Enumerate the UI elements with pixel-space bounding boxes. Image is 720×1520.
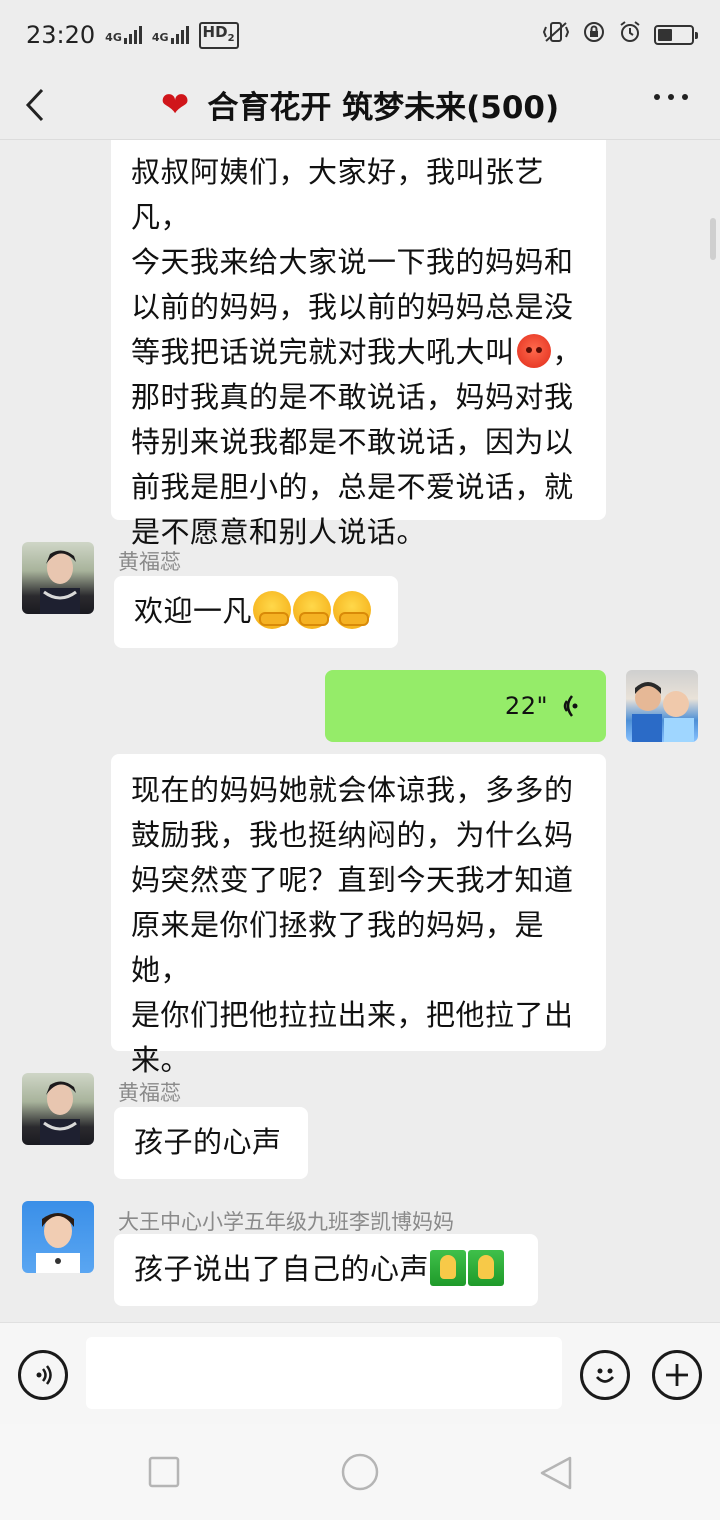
message-input[interactable]: [86, 1337, 562, 1409]
status-bar: 23:20 4G 4G HD2: [0, 0, 720, 70]
hd-indicator: HD2: [198, 21, 239, 49]
message-line: 那时我真的是不敢说话，妈妈对我: [131, 380, 574, 414]
sender-name: 大王中心小学五年级九班李凯博妈妈: [118, 1210, 454, 1234]
voice-wave-icon: [563, 695, 578, 717]
sender-name: 黄福蕊: [118, 1081, 181, 1105]
hd-sub-label: 2: [227, 32, 235, 44]
message-text: 孩子的心声: [134, 1125, 282, 1159]
sender-name: 黄福蕊: [118, 550, 181, 574]
voice-message-bubble[interactable]: 22": [325, 670, 606, 742]
more-functions-button[interactable]: [652, 1350, 702, 1400]
battery-icon: [654, 25, 698, 45]
emoji-button[interactable]: [580, 1350, 630, 1400]
avatar-children-photo: [632, 682, 694, 742]
signal-bars-icon: [123, 26, 142, 44]
angry-face-emoji-icon: [516, 334, 551, 368]
message-text: ，: [552, 335, 583, 369]
message-line: 前我是胆小的，总是不爱说话，就: [131, 470, 574, 504]
message-text: 孩子说出了自己的心声: [134, 1252, 430, 1286]
hugging-face-emoji-icon: [333, 591, 372, 629]
more-options-button[interactable]: [654, 94, 688, 100]
triangle-back-icon: [540, 1456, 572, 1490]
avatar[interactable]: [22, 542, 94, 614]
message-line: 特别来说我都是不敢说话，因为以: [131, 425, 574, 459]
recent-apps-button[interactable]: [148, 1456, 180, 1492]
signal-4g-2: 4G: [152, 26, 189, 44]
status-left: 23:20 4G 4G HD2: [26, 21, 239, 49]
thumbs-up-emoji-icon: [468, 1250, 505, 1286]
network-type-label: 4G: [105, 31, 122, 44]
smiley-icon: [595, 1368, 615, 1383]
dot-icon: [682, 94, 688, 100]
circle-icon: [341, 1453, 379, 1491]
message-line-with-emoji: 等我把话说完就对我大吼大叫 ，: [131, 330, 586, 375]
chat-input-bar: [0, 1322, 720, 1424]
back-button[interactable]: [24, 80, 64, 130]
chat-message-list[interactable]: 叔叔阿姨们，大家好，我叫张艺凡， 今天我来给大家说一下我的妈妈和 以前的妈妈，我…: [0, 140, 720, 1322]
lock-rotation-icon: [582, 20, 606, 50]
message-bubble[interactable]: 叔叔阿姨们，大家好，我叫张艺凡， 今天我来给大家说一下我的妈妈和 以前的妈妈，我…: [111, 140, 606, 549]
dot-icon: [668, 94, 674, 100]
message-line: 是你们把他拉拉出来，把他拉了出: [131, 998, 574, 1032]
avatar-woman-portrait: [40, 1081, 80, 1145]
signal-bars-icon-2: [170, 26, 189, 44]
voice-duration: 22": [504, 691, 548, 720]
heart-icon: ❤: [160, 84, 190, 125]
message-bubble[interactable]: 欢迎一凡: [114, 576, 398, 648]
message-line: 原来是你们拯救了我的妈妈，是她，: [131, 908, 545, 987]
square-icon: [148, 1456, 180, 1488]
back-nav-button[interactable]: [538, 1456, 574, 1494]
voice-input-button[interactable]: [18, 1350, 68, 1400]
message-line: 以前的妈妈，我以前的妈妈总是没: [131, 290, 574, 324]
plus-icon: [666, 1364, 688, 1386]
battery-fill: [658, 29, 672, 41]
hugging-face-emoji-icon: [293, 591, 332, 629]
message-bubble[interactable]: 现在的妈妈她就会体谅我，多多的 鼓励我，我也挺纳闷的，为什么妈 妈突然变了呢？直…: [111, 754, 606, 1077]
status-right: [542, 20, 698, 50]
message-bubble[interactable]: 孩子的心声: [114, 1107, 308, 1179]
message-line: 是不愿意和别人说话。: [131, 515, 427, 549]
message-bubble[interactable]: 孩子说出了自己的心声: [114, 1234, 538, 1306]
avatar[interactable]: [22, 1201, 94, 1273]
message-line: 来。: [131, 1043, 191, 1077]
message-text: 欢迎一凡: [134, 594, 253, 628]
message-text: 等我把话说完就对我大吼大叫: [131, 335, 515, 369]
thumbs-up-emoji-icon: [430, 1250, 467, 1286]
avatar[interactable]: [22, 1073, 94, 1145]
message-line: 叔叔阿姨们，大家好，我叫张艺凡，: [131, 155, 545, 234]
hugging-face-emoji-icon: [253, 591, 292, 629]
vibrate-icon: [542, 20, 570, 50]
alarm-icon: [618, 20, 642, 50]
voice-wave-icon: [36, 1365, 52, 1385]
status-time: 23:20: [26, 21, 96, 49]
dot-icon: [654, 94, 660, 100]
avatar-woman-portrait: [36, 1213, 80, 1273]
hd-label: HD: [202, 22, 228, 41]
chat-header: ❤ 合育花开 筑梦未来(500): [0, 70, 720, 140]
message-line: 今天我来给大家说一下我的妈妈和: [131, 245, 574, 279]
avatar-woman-portrait: [40, 550, 80, 614]
message-line: 鼓励我，我也挺纳闷的，为什么妈: [131, 818, 574, 852]
system-nav-bar: [0, 1424, 720, 1520]
my-avatar[interactable]: [626, 670, 698, 742]
network-type-label-2: 4G: [151, 31, 169, 44]
signal-4g-1: 4G: [105, 26, 142, 44]
message-line: 现在的妈妈她就会体谅我，多多的: [131, 773, 574, 807]
chat-title-wrap: ❤ 合育花开 筑梦未来(500): [161, 82, 559, 127]
home-button[interactable]: [340, 1452, 380, 1496]
chevron-left-icon: [25, 88, 44, 122]
message-line: 妈突然变了呢？直到今天我才知道: [131, 863, 574, 897]
chat-title: 合育花开 筑梦未来(500): [207, 90, 560, 126]
